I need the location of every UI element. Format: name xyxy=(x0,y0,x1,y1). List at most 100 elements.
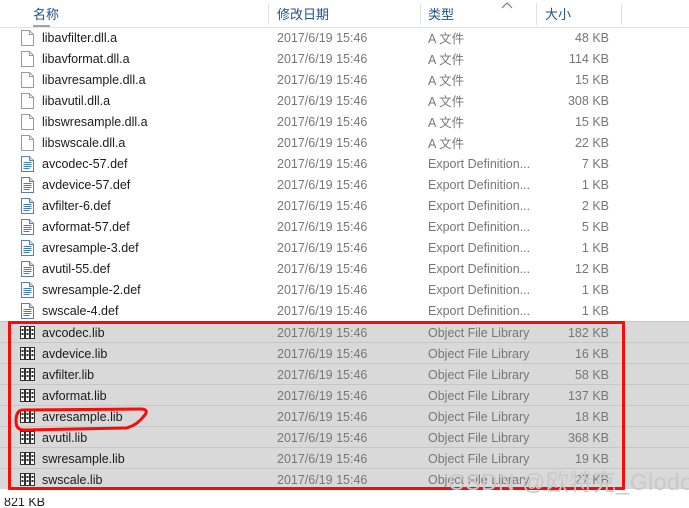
file-size-cell: 2 KB xyxy=(581,198,609,213)
file-size-cell: 15 KB xyxy=(574,72,609,87)
file-name-cell: swresample-2.def xyxy=(42,282,141,297)
file-size-cell: 182 KB xyxy=(567,325,609,340)
file-size-cell: 5 KB xyxy=(581,219,609,234)
file-row[interactable]: libswresample.dll.a 2017/6/19 15:46 A 文件 15… xyxy=(0,111,689,132)
file-type-cell: Object File Library xyxy=(428,325,530,340)
file-row[interactable]: avresample.lib 2017/6/19 15:46 Object File… xyxy=(0,405,689,426)
column-divider-2[interactable] xyxy=(420,3,421,25)
file-date-cell: 2017/6/19 15:46 xyxy=(277,51,368,66)
file-row[interactable]: avdevice.lib 2017/6/19 15:46 Object File L… xyxy=(0,342,689,363)
file-type-cell: Export Definition... xyxy=(428,282,531,297)
file-type-cell: Object File Library xyxy=(428,346,530,361)
file-name-cell: avdevice-57.def xyxy=(42,177,131,192)
file-date-cell: 2017/6/19 15:46 xyxy=(277,72,368,87)
file-row[interactable]: swresample-2.def 2017/6/19 15:46 Export De… xyxy=(0,279,689,300)
blank-file-icon xyxy=(20,51,35,67)
file-row[interactable]: avutil-55.def 2017/6/19 15:46 Export Defin… xyxy=(0,258,689,279)
file-list[interactable]: libavfilter.dll.a 2017/6/19 15:46 A 文件 48 K… xyxy=(0,27,689,489)
file-type-cell: Object File Library xyxy=(428,451,530,466)
file-name-cell: libswscale.dll.a xyxy=(42,135,126,150)
file-type-cell: Object File Library xyxy=(428,409,530,424)
column-header-name-label: 名称 xyxy=(33,7,60,22)
file-type-cell: Export Definition... xyxy=(428,261,531,276)
file-date-cell: 2017/6/19 15:46 xyxy=(277,346,368,361)
column-divider-4[interactable] xyxy=(621,3,622,25)
file-type-cell: Export Definition... xyxy=(428,240,531,255)
file-row[interactable]: swresample.lib 2017/6/19 15:46 Object File… xyxy=(0,447,689,468)
file-type-cell: Object File Library xyxy=(428,472,530,487)
file-name-cell: avresample-3.def xyxy=(42,240,139,255)
file-date-cell: 2017/6/19 15:46 xyxy=(277,114,368,129)
lib-file-icon xyxy=(20,325,35,341)
file-type-cell: A 文件 xyxy=(428,32,465,46)
blank-file-icon xyxy=(20,30,35,46)
file-type-cell: Export Definition... xyxy=(428,198,531,213)
file-name-cell: libavresample.dll.a xyxy=(42,72,146,87)
file-row[interactable]: avcodec.lib 2017/6/19 15:46 Object File Li… xyxy=(0,321,689,342)
file-type-cell: Object File Library xyxy=(428,367,530,382)
file-size-cell: 368 KB xyxy=(567,430,609,445)
def-file-icon xyxy=(20,156,35,172)
file-row[interactable]: avfilter-6.def 2017/6/19 15:46 Export Defi… xyxy=(0,195,689,216)
file-date-cell: 2017/6/19 15:46 xyxy=(277,177,368,192)
file-size-cell: 18 KB xyxy=(574,409,609,424)
file-date-cell: 2017/6/19 15:46 xyxy=(277,282,368,297)
file-size-cell: 137 KB xyxy=(567,388,609,403)
column-header-date[interactable]: 修改日期 xyxy=(277,0,417,27)
column-divider-1[interactable] xyxy=(268,3,269,25)
def-file-icon xyxy=(20,198,35,214)
file-name-cell: avcodec-57.def xyxy=(42,156,128,171)
file-type-cell: Export Definition... xyxy=(428,156,531,171)
file-name-cell: libavfilter.dll.a xyxy=(42,30,118,45)
file-type-cell: Object File Library xyxy=(428,388,530,403)
column-divider-3[interactable] xyxy=(536,3,537,25)
def-file-icon xyxy=(20,177,35,193)
file-name-cell: libavutil.dll.a xyxy=(42,93,111,108)
file-date-cell: 2017/6/19 15:46 xyxy=(277,472,368,487)
status-bar: 821 KB xyxy=(0,498,689,508)
column-header-size[interactable]: 大小 xyxy=(545,0,625,27)
file-name-cell: avfilter.lib xyxy=(42,367,95,382)
file-size-cell: 16 KB xyxy=(574,346,609,361)
file-date-cell: 2017/6/19 15:46 xyxy=(277,261,368,276)
def-file-icon xyxy=(20,303,35,319)
file-name-cell: avresample.lib xyxy=(42,409,123,424)
blank-file-icon xyxy=(20,93,35,109)
file-name-cell: swscale-4.def xyxy=(42,303,119,318)
file-row[interactable]: avresample-3.def 2017/6/19 15:46 Export De… xyxy=(0,237,689,258)
file-name-cell: swscale.lib xyxy=(42,472,103,487)
file-row[interactable]: swscale-4.def 2017/6/19 15:46 Export Defin… xyxy=(0,300,689,321)
file-type-cell: A 文件 xyxy=(428,53,465,67)
file-row[interactable]: libavutil.dll.a 2017/6/19 15:46 A 文件 308 KB xyxy=(0,90,689,111)
file-date-cell: 2017/6/19 15:46 xyxy=(277,30,368,45)
column-header-name[interactable]: 名称 xyxy=(33,0,258,27)
file-row[interactable]: libavformat.dll.a 2017/6/19 15:46 A 文件 114 … xyxy=(0,48,689,69)
file-name-cell: avdevice.lib xyxy=(42,346,108,361)
file-row[interactable]: swscale.lib 2017/6/19 15:46 Object File Li… xyxy=(0,468,689,489)
file-row[interactable]: avformat-57.def 2017/6/19 15:46 Export Def… xyxy=(0,216,689,237)
file-name-cell: avformat.lib xyxy=(42,388,107,403)
lib-file-icon xyxy=(20,472,35,488)
file-row[interactable]: libavfilter.dll.a 2017/6/19 15:46 A 文件 48 K… xyxy=(0,27,689,48)
file-type-cell: A 文件 xyxy=(428,74,465,88)
file-size-cell: 1 KB xyxy=(581,303,609,318)
file-date-cell: 2017/6/19 15:46 xyxy=(277,430,368,445)
lib-file-icon xyxy=(20,430,35,446)
file-size-cell: 58 KB xyxy=(574,367,609,382)
file-row[interactable]: libavresample.dll.a 2017/6/19 15:46 A 文件 15… xyxy=(0,69,689,90)
file-row[interactable]: avfilter.lib 2017/6/19 15:46 Object File L… xyxy=(0,363,689,384)
file-type-cell: A 文件 xyxy=(428,137,465,151)
file-row[interactable]: libswscale.dll.a 2017/6/19 15:46 A 文件 22 KB xyxy=(0,132,689,153)
file-row[interactable]: avcodec-57.def 2017/6/19 15:46 Export Defi… xyxy=(0,153,689,174)
file-name-cell: avformat-57.def xyxy=(42,219,130,234)
file-type-cell: Export Definition... xyxy=(428,303,531,318)
file-size-cell: 22 KB xyxy=(574,135,609,150)
blank-file-icon xyxy=(20,135,35,151)
file-name-cell: libswresample.dll.a xyxy=(42,114,148,129)
file-row[interactable]: avdevice-57.def 2017/6/19 15:46 Export Def… xyxy=(0,174,689,195)
column-header-date-label: 修改日期 xyxy=(277,7,330,22)
file-row[interactable]: avutil.lib 2017/6/19 15:46 Object File Lib… xyxy=(0,426,689,447)
file-size-cell: 1 KB xyxy=(581,240,609,255)
file-date-cell: 2017/6/19 15:46 xyxy=(277,388,368,403)
file-row[interactable]: avformat.lib 2017/6/19 15:46 Object File L… xyxy=(0,384,689,405)
